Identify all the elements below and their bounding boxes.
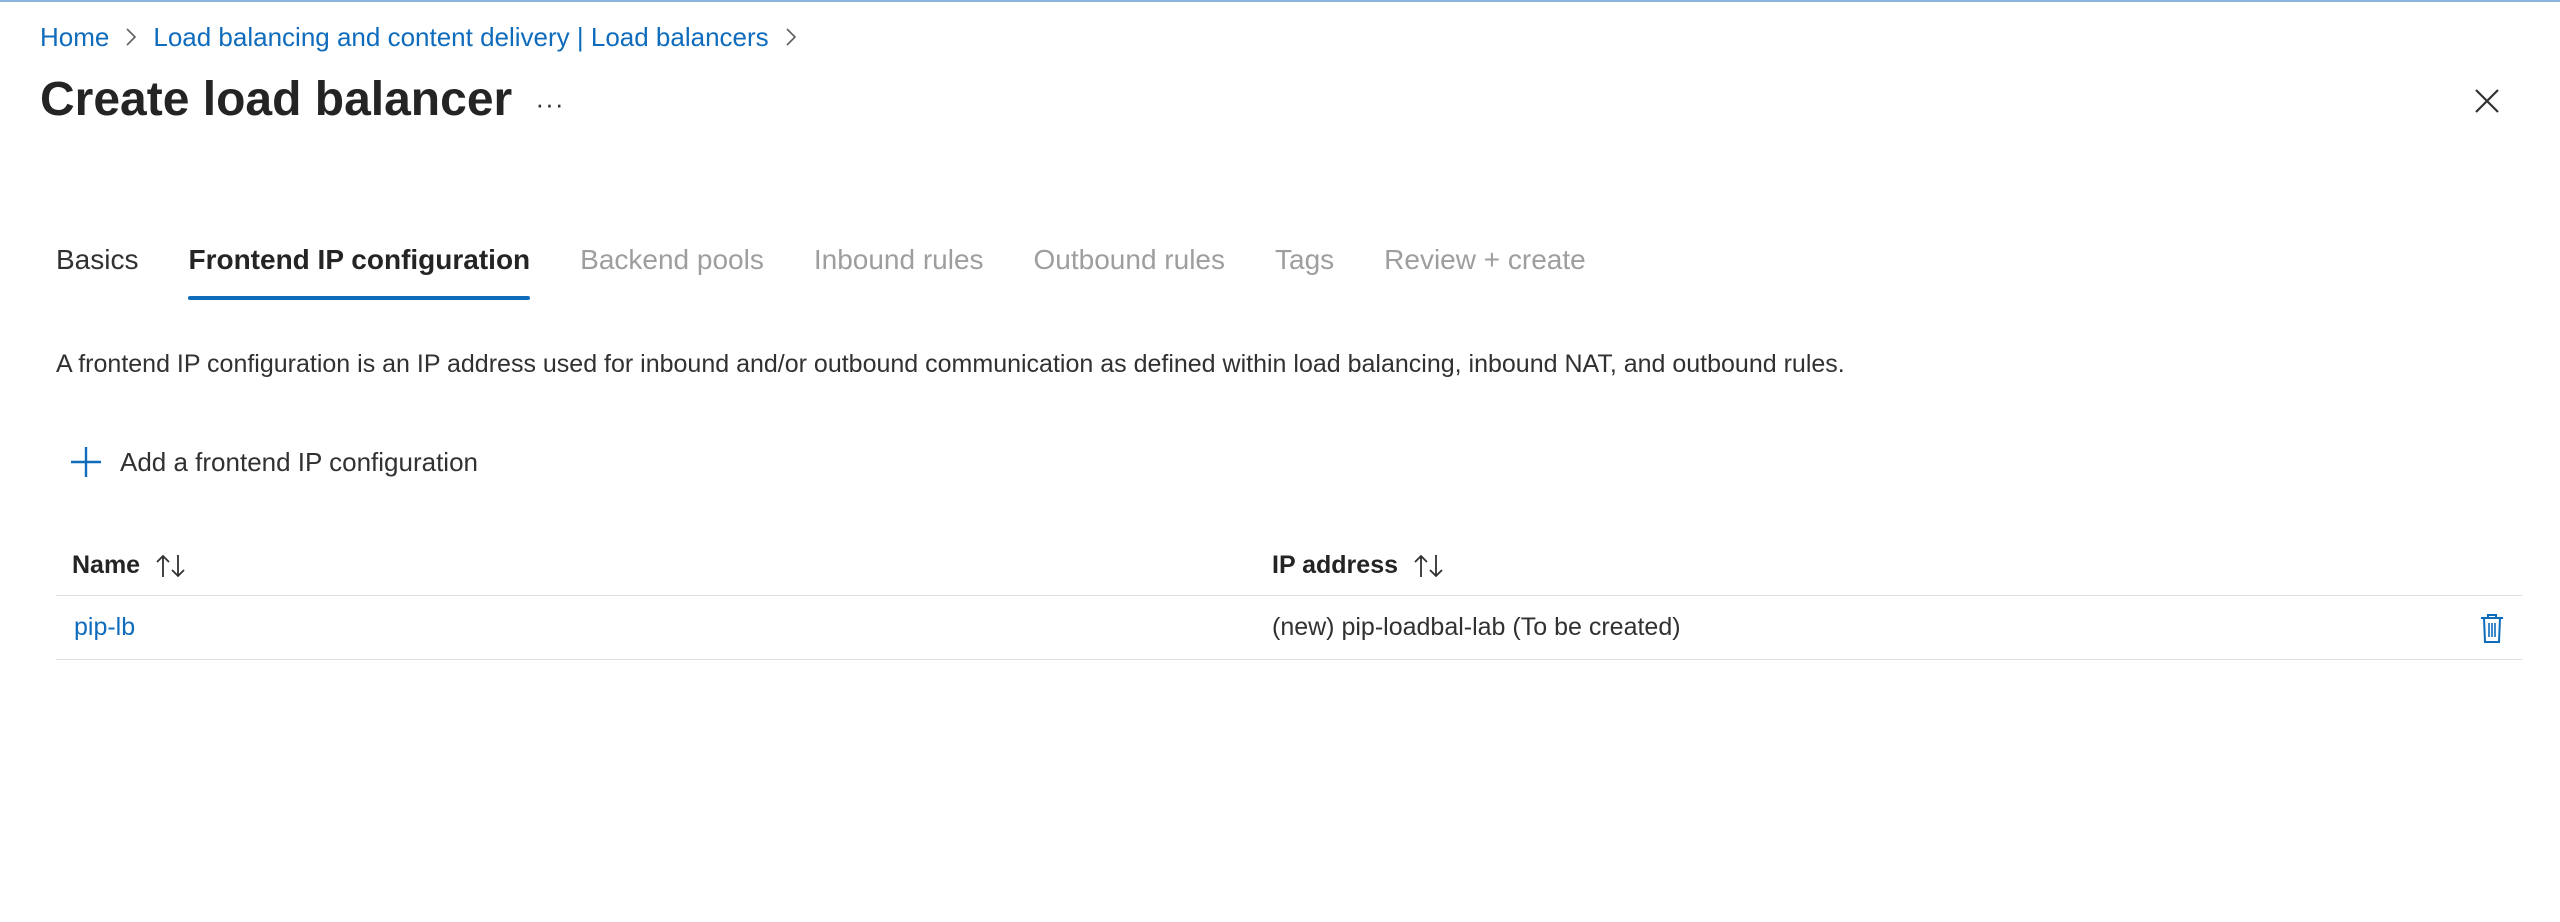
add-frontend-ip-label: Add a frontend IP configuration bbox=[120, 446, 478, 477]
close-button[interactable] bbox=[2466, 80, 2508, 122]
tab-inbound-rules[interactable]: Inbound rules bbox=[814, 244, 984, 300]
top-border bbox=[0, 0, 2560, 2]
more-options-button[interactable]: ··· bbox=[526, 86, 574, 122]
column-header-ip-address: IP address bbox=[1256, 551, 2522, 580]
chevron-right-icon bbox=[769, 27, 813, 47]
tab-review-create[interactable]: Review + create bbox=[1384, 244, 1586, 300]
plus-icon bbox=[71, 447, 101, 477]
wizard-tabs: Basics Frontend IP configuration Backend… bbox=[56, 244, 1636, 300]
breadcrumb-load-balancers-link[interactable]: Load balancing and content delivery | Lo… bbox=[153, 22, 768, 53]
chevron-right-icon bbox=[109, 27, 153, 47]
delete-icon bbox=[2481, 613, 2503, 643]
close-icon bbox=[2475, 89, 2499, 113]
table-header: Name IP address bbox=[56, 536, 2522, 596]
add-frontend-ip-button[interactable]: Add a frontend IP configuration bbox=[68, 442, 478, 482]
tab-outbound-rules[interactable]: Outbound rules bbox=[1034, 244, 1225, 300]
page-title: Create load balancer bbox=[40, 73, 513, 126]
sort-icon[interactable] bbox=[1412, 553, 1446, 579]
column-header-ip-address-label: IP address bbox=[1272, 551, 1399, 579]
column-header-name-label: Name bbox=[72, 551, 141, 579]
tab-basics[interactable]: Basics bbox=[56, 244, 138, 300]
delete-button[interactable] bbox=[2462, 612, 2522, 644]
table-row: pip-lb (new) pip-loadbal-lab (To be crea… bbox=[56, 596, 2522, 660]
tab-frontend-ip-configuration[interactable]: Frontend IP configuration bbox=[188, 244, 530, 300]
frontend-ip-table: Name IP address pip-lb (new) pip-loadbal… bbox=[56, 536, 2522, 660]
column-header-name: Name bbox=[56, 551, 1256, 580]
sort-icon[interactable] bbox=[154, 553, 188, 579]
tab-backend-pools[interactable]: Backend pools bbox=[580, 244, 764, 300]
section-description: A frontend IP configuration is an IP add… bbox=[56, 350, 1845, 378]
breadcrumb: Home Load balancing and content delivery… bbox=[40, 20, 813, 54]
frontend-ip-address: (new) pip-loadbal-lab (To be created) bbox=[1272, 613, 1681, 641]
tab-tags[interactable]: Tags bbox=[1275, 244, 1334, 300]
frontend-ip-name-link[interactable]: pip-lb bbox=[56, 613, 1256, 642]
breadcrumb-home-link[interactable]: Home bbox=[40, 22, 109, 53]
